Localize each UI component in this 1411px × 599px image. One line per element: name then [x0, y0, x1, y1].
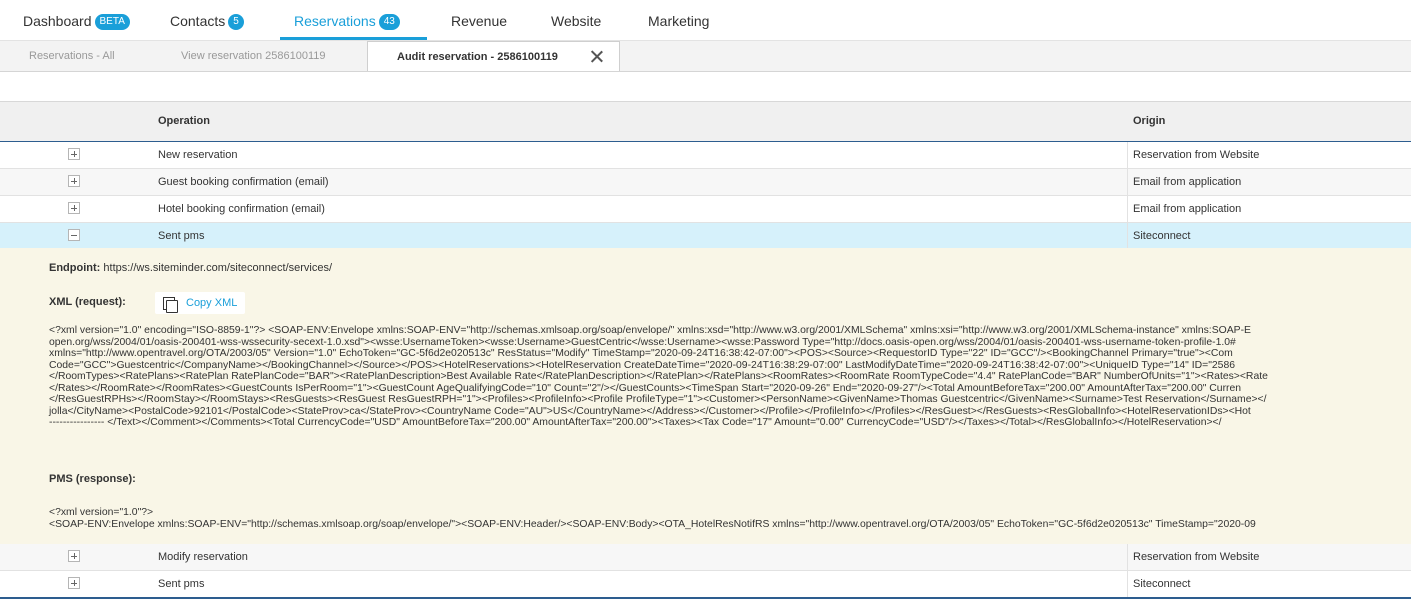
nav-reservations[interactable]: Reservations 43	[294, 0, 400, 40]
nav-contacts-badge: 5	[228, 14, 244, 30]
subtab-view-reservation[interactable]: View reservation 2586100119	[181, 41, 326, 71]
table-row[interactable]: Modify reservation Reservation from Webs…	[0, 544, 1411, 571]
nav-contacts-label: Contacts	[170, 13, 226, 29]
xml-line: </RoomTypes><RatePlans><RatePlan RatePla…	[49, 371, 1268, 382]
table-row[interactable]: New reservation Reservation from Website	[0, 142, 1411, 169]
copy-xml-button[interactable]: Copy XML	[155, 292, 245, 314]
table-row[interactable]: Hotel booking confirmation (email) Email…	[0, 196, 1411, 223]
xml-line: <?xml version="1.0" encoding="ISO-8859-1…	[49, 325, 1251, 336]
subtab-reservations-all[interactable]: Reservations - All	[29, 41, 115, 71]
xml-request-body: <?xml version="1.0" encoding="ISO-8859-1…	[49, 325, 1268, 429]
xml-request-label: XML (request):	[49, 296, 126, 308]
top-navigation: Dashboard BETA Contacts 5 Reservations 43 R…	[0, 0, 1411, 41]
close-icon[interactable]	[590, 50, 603, 63]
origin-cell: Email from application	[1133, 203, 1242, 215]
nav-contacts[interactable]: Contacts 5	[170, 0, 244, 40]
nav-reservations-label: Reservations	[294, 13, 376, 29]
nav-website-label: Website	[551, 13, 602, 29]
nav-dashboard-label: Dashboard	[23, 13, 92, 29]
pms-response-body: <?xml version="1.0"?> <SOAP-ENV:Envelope …	[49, 507, 1256, 530]
operation-cell: Sent pms	[158, 578, 205, 590]
subtab-reservations-all-label: Reservations - All	[29, 50, 115, 62]
nav-website[interactable]: Website	[551, 0, 601, 40]
xml-line: <?xml version="1.0"?>	[49, 507, 154, 518]
origin-cell: Reservation from Website	[1133, 149, 1260, 161]
expand-plus-icon[interactable]	[68, 148, 80, 160]
operation-cell: Hotel booking confirmation (email)	[158, 203, 325, 215]
xml-line: </ResGuestRPHs></RoomStay></RoomStays><R…	[49, 394, 1267, 405]
table-row-selected[interactable]: Sent pms Siteconnect	[0, 223, 1411, 250]
active-nav-indicator	[280, 37, 427, 40]
nav-dashboard-badge: BETA	[94, 14, 130, 30]
operation-cell: Modify reservation	[158, 551, 248, 563]
xml-line: jolla</CityName><PostalCode>92101</Posta…	[49, 405, 1251, 417]
table-header: Operation Origin	[0, 101, 1411, 143]
nav-marketing[interactable]: Marketing	[648, 0, 709, 40]
operation-cell: Guest booking confirmation (email)	[158, 176, 329, 188]
xml-line: Code="GCC">Guestcentric</CompanyName></B…	[49, 359, 1236, 371]
collapse-minus-icon[interactable]	[68, 229, 80, 241]
xml-line: </Rates></RoomRate></RoomRates><GuestCou…	[49, 382, 1242, 394]
audit-detail-panel: Endpoint: https://ws.siteminder.com/site…	[0, 248, 1411, 544]
xml-line: <SOAP-ENV:Envelope xmlns:SOAP-ENV="http:…	[49, 518, 1256, 530]
origin-cell: Siteconnect	[1133, 578, 1191, 590]
pms-response-label: PMS (response):	[49, 473, 136, 485]
endpoint-label: Endpoint:	[49, 262, 101, 274]
column-header-origin[interactable]: Origin	[1133, 102, 1165, 141]
nav-revenue-label: Revenue	[451, 13, 508, 29]
endpoint-value: https://ws.siteminder.com/siteconnect/se…	[103, 262, 333, 274]
xml-line: xmlns="http://www.opentravel.org/OTA/200…	[49, 348, 1233, 359]
subtab-bar: Reservations - All View reservation 2586…	[0, 41, 1411, 72]
subtab-view-reservation-label: View reservation 2586100119	[181, 50, 326, 62]
subtab-audit-reservation-label: Audit reservation - 2586100119	[397, 51, 558, 63]
copy-xml-label: Copy XML	[186, 297, 238, 309]
column-header-operation[interactable]: Operation	[158, 102, 210, 141]
nav-revenue[interactable]: Revenue	[451, 0, 507, 40]
subtab-audit-reservation[interactable]: Audit reservation - 2586100119	[367, 41, 620, 71]
copy-icon-front	[166, 300, 178, 313]
nav-dashboard[interactable]: Dashboard BETA	[23, 0, 130, 40]
operation-cell: New reservation	[158, 149, 238, 161]
origin-cell: Reservation from Website	[1133, 551, 1260, 563]
table-row[interactable]: Guest booking confirmation (email) Email…	[0, 169, 1411, 196]
expand-plus-icon[interactable]	[68, 202, 80, 214]
origin-cell: Siteconnect	[1133, 230, 1191, 242]
nav-reservations-badge: 43	[378, 14, 400, 30]
expand-plus-icon[interactable]	[68, 577, 80, 589]
xml-line: open.org/wss/2004/01/oasis-200401-wss-ws…	[49, 336, 1236, 348]
xml-line: ---------------- </Text></Comment></Comm…	[49, 417, 1222, 428]
operation-cell: Sent pms	[158, 230, 205, 242]
nav-marketing-label: Marketing	[648, 13, 710, 29]
expand-plus-icon[interactable]	[68, 175, 80, 187]
expand-plus-icon[interactable]	[68, 550, 80, 562]
origin-cell: Email from application	[1133, 176, 1242, 188]
endpoint-line: Endpoint: https://ws.siteminder.com/site…	[49, 262, 332, 274]
table-row[interactable]: Sent pms Siteconnect	[0, 571, 1411, 598]
